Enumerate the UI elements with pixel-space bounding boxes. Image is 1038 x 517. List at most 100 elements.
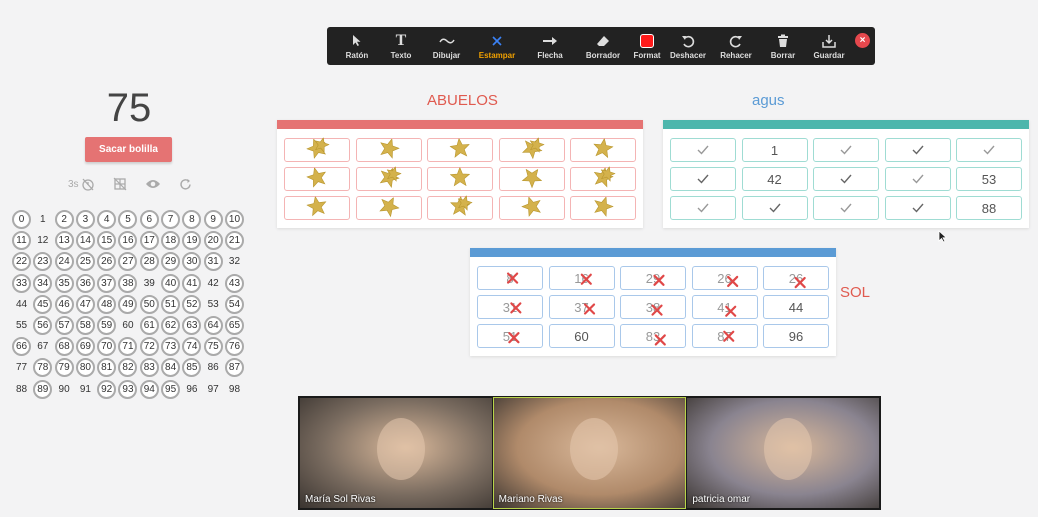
card-cell[interactable] [741,196,808,220]
card-cell[interactable] [498,196,565,220]
card-cell[interactable] [355,196,422,220]
tool-guardar-button[interactable]: Guardar [806,27,852,65]
card-cell[interactable] [570,165,636,191]
card-cell[interactable] [813,196,879,220]
participant-silhouette [376,417,425,480]
card-cell[interactable] [670,196,736,220]
participant-video[interactable]: Mariano Rivas [492,397,687,509]
tool-dibujar-button[interactable]: Dibujar [423,27,470,65]
number-drawn: 2 [54,210,74,229]
number-drawn: 74 [182,337,202,357]
star-stamp-icon [386,165,402,184]
number-drawn: 4 [97,210,117,229]
card-title-sol: SOL [840,284,871,301]
card-cell[interactable]: 26 [691,266,758,290]
number-drawn: 46 [54,294,74,314]
star-stamp-icon [306,167,327,191]
video-participants-strip: María Sol Rivas Mariano Rivas patricia oma… [298,396,881,510]
card-cell[interactable] [498,136,565,162]
checkmark-icon [697,201,709,216]
card-cell[interactable]: 42 [741,167,808,191]
number-pending: 90 [58,383,70,395]
tool-format-button[interactable]: Format [630,27,664,65]
card-cell[interactable]: 29 [620,266,686,290]
participant-video[interactable]: María Sol Rivas [300,398,492,508]
card-cell[interactable] [355,165,422,191]
card-cell[interactable]: 87 [691,324,758,348]
number-drawn: 18 [161,231,181,251]
number-drawn: 54 [224,294,244,314]
draw-ball-button[interactable]: Sacar bolilla [85,137,172,162]
card-cell[interactable] [284,167,350,191]
grid-off-icon[interactable] [113,177,127,191]
eye-icon[interactable] [145,178,161,190]
card-cell[interactable] [813,167,879,191]
checkmark-icon [697,172,709,187]
checkmark-icon [912,143,924,158]
tool-rehacer-button[interactable]: Rehacer [712,27,760,65]
card-cell[interactable] [284,195,350,220]
card-cell[interactable]: 96 [763,324,829,348]
cell-number: 53 [981,171,997,187]
card-cell[interactable]: 16 [548,266,615,290]
arrow-icon [542,33,558,49]
number-drawn: 38 [118,273,138,293]
card-cell[interactable] [884,138,951,162]
card-cell[interactable] [427,137,493,162]
number-drawn: 31 [203,252,223,272]
card-cell[interactable]: 60 [548,324,615,348]
timer-control[interactable]: 3s [68,177,95,191]
number-pending: 1 [40,214,46,225]
participant-video[interactable]: patricia omar [687,398,880,508]
card-cell[interactable] [570,137,636,162]
number-drawn: 66 [12,337,31,357]
number-drawn: 5 [118,210,138,229]
card-cell[interactable] [813,138,879,162]
number-drawn: 94 [139,379,159,399]
card-cell[interactable] [670,138,736,162]
checkmark-icon [840,201,852,216]
card-cell[interactable]: 44 [763,295,829,319]
card-cell[interactable]: 51 [477,324,543,348]
card-cell[interactable]: 26 [763,266,829,290]
card-cell[interactable] [355,138,422,162]
number-drawn: 7 [161,210,181,229]
text-icon: T [395,31,407,49]
tool-ratn-button[interactable]: Ratón [335,27,379,65]
card-cell[interactable]: 1 [741,138,808,162]
number-drawn: 84 [161,358,181,378]
tool-estampar-button[interactable]: Estampar [470,27,524,65]
card-cell[interactable]: 53 [956,167,1022,191]
card-cell[interactable] [570,196,636,220]
card-cell[interactable] [956,138,1022,162]
card-cell[interactable] [498,167,565,191]
cell-number: 51 [502,328,518,344]
card-cell[interactable] [670,167,736,191]
drawn-numbers-board: 0 1 2 3 4 5 6 7 8 9 10 11 12 13 14 15 16 17 18 19 20 21 22 23 24… [12,210,247,401]
card-cell[interactable]: 41 [691,295,758,319]
tool-texto-button[interactable]: T Texto [379,27,423,65]
tool-flecha-button[interactable]: Flecha [524,27,576,65]
card-cell[interactable]: 31 [477,295,543,319]
card-cell[interactable]: 38 [620,295,686,319]
close-toolbar-button[interactable]: × [855,33,870,48]
card-cell[interactable]: 8 [477,266,543,290]
card-header-bar [470,248,836,257]
tool-deshacer-button[interactable]: Deshacer [664,27,712,65]
card-cell[interactable] [427,166,493,191]
card-cell[interactable] [884,196,951,220]
tool-borrar-button[interactable]: Borrar [760,27,806,65]
number-drawn: 59 [97,315,117,335]
card-cell[interactable] [884,167,951,191]
card-cell[interactable]: 88 [956,196,1022,220]
card-cell[interactable] [284,136,350,162]
refresh-icon[interactable] [179,178,192,191]
cell-number: 60 [574,328,589,344]
number-drawn: 64 [203,315,223,335]
number-drawn: 50 [139,294,159,314]
tool-borrador-button[interactable]: Borrador [576,27,630,65]
card-cell[interactable]: 37 [548,295,615,319]
number-drawn: 30 [182,252,202,272]
card-cell[interactable]: 83 [620,324,686,348]
card-cell[interactable] [427,194,493,220]
